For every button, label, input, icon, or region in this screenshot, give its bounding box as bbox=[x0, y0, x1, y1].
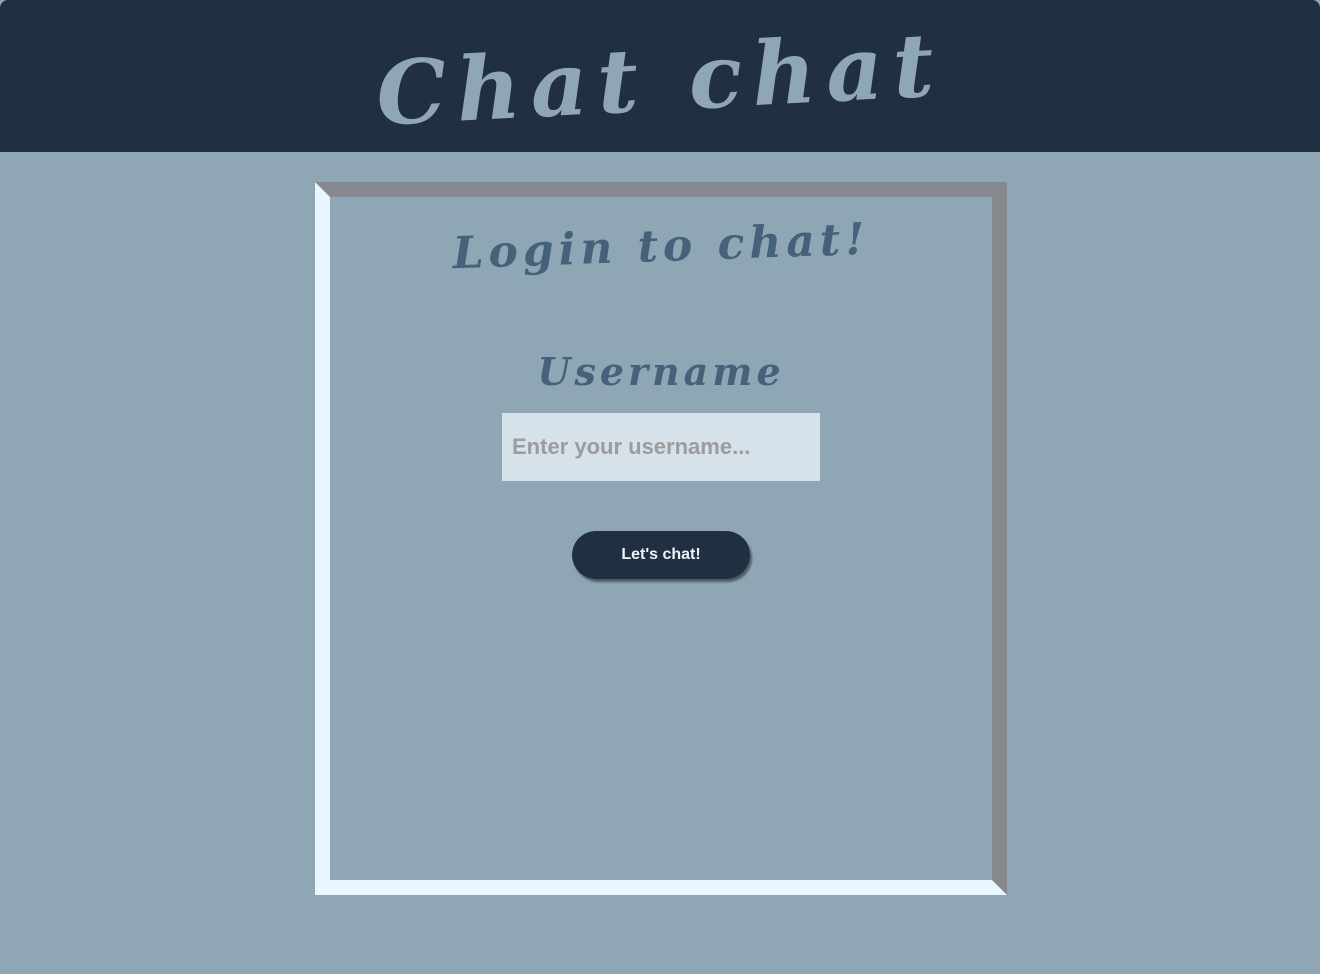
username-label: Username bbox=[537, 349, 785, 394]
login-panel: Login to chat! Username Let's chat! bbox=[315, 182, 1007, 895]
page: Chat chat Login to chat! Username Let's … bbox=[0, 0, 1320, 974]
app-header: Chat chat bbox=[0, 0, 1320, 152]
lets-chat-button[interactable]: Let's chat! bbox=[572, 531, 750, 579]
username-input[interactable] bbox=[502, 413, 820, 481]
login-heading: Login to chat! bbox=[451, 213, 871, 280]
app-title: Chat chat bbox=[374, 12, 947, 146]
